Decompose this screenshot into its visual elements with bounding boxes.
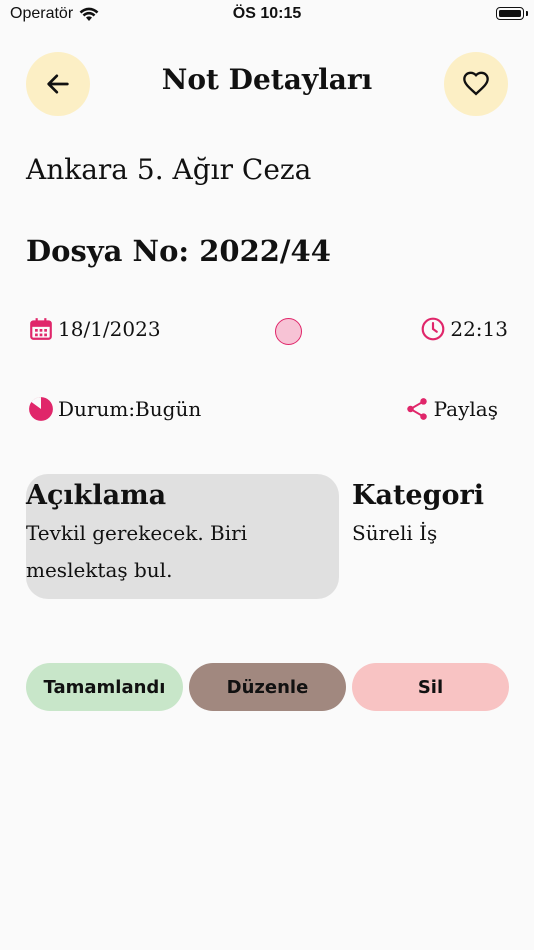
complete-button[interactable]: Tamamlandı — [26, 663, 183, 711]
share-icon — [406, 398, 427, 420]
battery-cap — [526, 11, 528, 16]
edit-button[interactable]: Düzenle — [189, 663, 346, 711]
heart-outline-icon — [463, 71, 489, 96]
note-status: Durum:Bugün — [58, 397, 202, 421]
status-time: ÖS 10:15 — [232, 5, 302, 22]
status-bar: Operatör ÖS 10:15 — [0, 0, 534, 30]
note-time: 22:13 — [450, 317, 508, 341]
battery-icon — [496, 7, 524, 20]
calendar-icon — [30, 318, 52, 340]
share-button[interactable]: Paylaş — [404, 396, 498, 422]
date-row: 18/1/2023 — [28, 316, 161, 342]
note-date: 18/1/2023 — [58, 317, 161, 341]
pie-icon — [29, 397, 53, 421]
description-text: Tevkil gerekecek. Biri meslektaş bul. — [26, 521, 248, 582]
category-title: Kategori — [352, 480, 484, 511]
favorite-button[interactable] — [444, 52, 508, 116]
status-row: Durum:Bugün — [28, 396, 201, 422]
clock-icon — [421, 317, 445, 341]
description-card: Açıklama Tevkil gerekecek. Biri meslekta… — [26, 474, 339, 599]
share-label: Paylaş — [433, 397, 498, 421]
file-number: Dosya No: 2022/44 — [26, 234, 331, 268]
delete-button[interactable]: Sil — [352, 663, 509, 711]
court-name: Ankara 5. Ağır Ceza — [26, 153, 312, 186]
category-section: Kategori Süreli İş — [352, 480, 484, 552]
time-row: 22:13 — [420, 316, 508, 342]
category-value: Süreli İş — [352, 521, 438, 545]
note-color-indicator — [275, 318, 302, 345]
description-title: Açıklama — [26, 480, 167, 511]
